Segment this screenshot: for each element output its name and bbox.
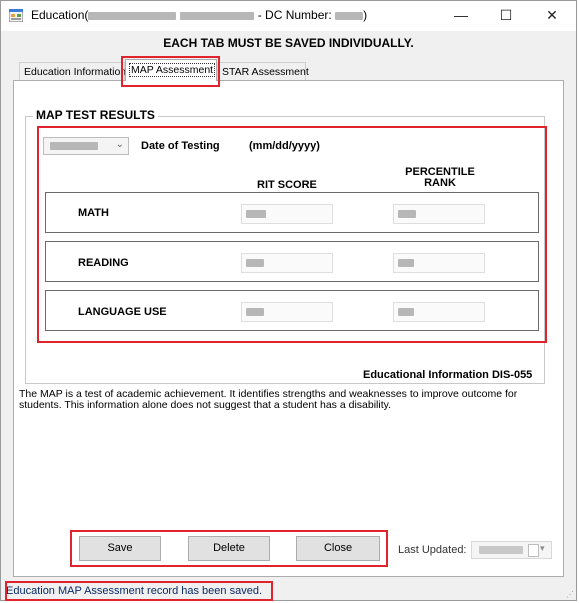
status-highlight-frame — [5, 581, 273, 601]
last-updated-picker[interactable]: ▾ — [471, 541, 552, 559]
buttons-highlight-frame — [70, 530, 388, 567]
maximize-button[interactable]: ☐ — [484, 1, 528, 30]
results-highlight-frame — [37, 126, 547, 343]
form-identifier: Educational Information DIS-055 — [363, 369, 533, 381]
window-title-suffix: ) — [363, 8, 368, 22]
calendar-icon — [528, 544, 539, 557]
window-title-dc-label: - DC Number: — [254, 8, 336, 22]
window-title: Education( - DC Number: ) — [31, 8, 367, 22]
last-updated-label: Last Updated: — [398, 544, 467, 556]
redacted-dc-number — [335, 11, 364, 20]
redacted-date — [479, 546, 523, 554]
tab-education-information[interactable]: Education Information — [19, 62, 127, 80]
tab-highlight-frame — [121, 56, 220, 87]
group-title: MAP TEST RESULTS — [33, 108, 158, 122]
map-description: The MAP is a test of academic achievemen… — [19, 388, 518, 411]
chevron-down-icon: ▾ — [540, 543, 545, 553]
tab-label: STAR Assessment — [222, 66, 309, 78]
window-title-prefix: Education( — [31, 8, 89, 22]
tab-label: Education Information — [24, 66, 127, 78]
redacted-name — [180, 11, 255, 20]
tab-star-assessment[interactable]: STAR Assessment — [217, 62, 309, 80]
resize-grip-icon[interactable]: ⋰ — [566, 590, 574, 599]
redacted-name — [88, 11, 177, 20]
minimize-button[interactable]: — — [439, 1, 483, 30]
save-notice: EACH TAB MUST BE SAVED INDIVIDUALLY. — [163, 36, 414, 50]
app-icon — [8, 8, 24, 23]
close-window-button[interactable]: ✕ — [530, 1, 574, 30]
